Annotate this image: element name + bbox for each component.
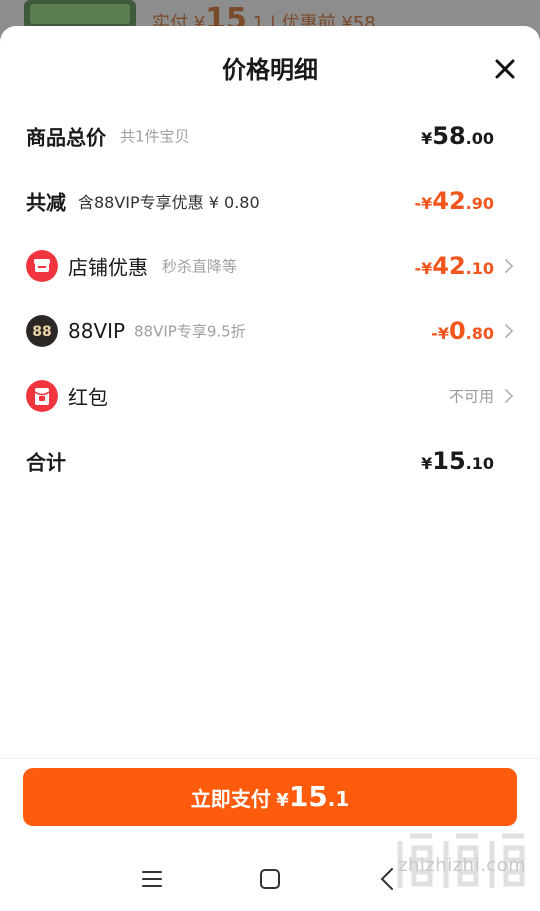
- 88vip-note: 88VIP专享9.5折: [134, 322, 246, 341]
- row-red-packet[interactable]: 红包 不可用: [0, 376, 540, 416]
- chevron-right-icon: [505, 259, 514, 273]
- store-discount-amount: -¥42.10: [414, 252, 494, 280]
- system-nav-bar: [0, 851, 540, 911]
- total-discount-label: 共减: [26, 190, 66, 215]
- goods-total-label: 商品总价: [26, 125, 106, 150]
- pay-now-button[interactable]: 立即支付 ¥15.1: [23, 768, 517, 826]
- sheet-title: 价格明细: [222, 56, 318, 84]
- price-detail-sheet: 价格明细 商品总价 共1件宝贝 ¥58.00 共减 含88VIP专享优惠 ¥ 0…: [0, 26, 540, 911]
- 88vip-label: 88VIP: [68, 319, 126, 343]
- row-88vip-discount[interactable]: 88 88VIP 88VIP专享9.5折 -¥0.80: [0, 311, 540, 351]
- grand-total-label: 合计: [26, 450, 66, 475]
- red-packet-status: 不可用: [448, 387, 494, 406]
- row-goods-total: 商品总价 共1件宝贝 ¥58.00: [0, 116, 540, 156]
- store-discount-note: 秒杀直降等: [162, 257, 238, 276]
- red-packet-icon: [26, 380, 58, 412]
- goods-total-amount: ¥58.00: [421, 122, 494, 150]
- grand-total-amount: ¥15.10: [421, 447, 494, 475]
- row-store-discount[interactable]: 店铺优惠 秒杀直降等 -¥42.10: [0, 246, 540, 286]
- menu-icon[interactable]: [140, 867, 164, 891]
- red-packet-label: 红包: [68, 385, 108, 410]
- footer-divider: [0, 758, 540, 759]
- vip-discount-note: 含88VIP专享优惠 ¥ 0.80: [78, 193, 260, 212]
- row-total-discount: 共减 含88VIP专享优惠 ¥ 0.80 -¥42.90: [0, 181, 540, 221]
- home-icon[interactable]: [258, 867, 282, 891]
- chevron-right-icon: [505, 324, 514, 338]
- svg-text:88: 88: [32, 324, 51, 340]
- close-icon[interactable]: [490, 54, 520, 84]
- store-discount-label: 店铺优惠: [68, 255, 148, 280]
- row-grand-total: 合计 ¥15.10: [0, 441, 540, 481]
- goods-count: 共1件宝贝: [120, 127, 190, 146]
- store-icon: [26, 250, 58, 282]
- 88vip-icon: 88: [26, 315, 58, 347]
- chevron-right-icon: [505, 389, 514, 403]
- back-icon[interactable]: [376, 865, 400, 893]
- total-discount-amount: -¥42.90: [414, 187, 494, 215]
- 88vip-discount-amount: -¥0.80: [431, 317, 494, 345]
